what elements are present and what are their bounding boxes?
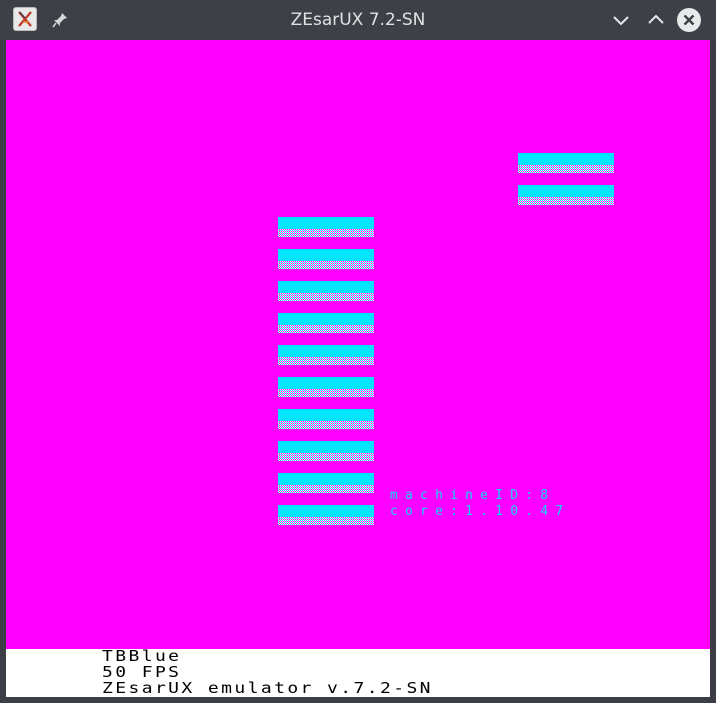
- machine-id-text: machineID:8: [390, 488, 556, 503]
- color-bar: [278, 409, 374, 429]
- color-bar: [278, 217, 374, 237]
- window-titlebar[interactable]: ZEsarUX 7.2-SN: [0, 0, 716, 40]
- color-bar: [278, 441, 374, 461]
- minimize-icon[interactable]: [609, 8, 633, 32]
- color-bar: [278, 473, 374, 493]
- color-bar: [278, 505, 374, 525]
- machine-info: machineID:8 core:1.10.47: [390, 488, 570, 520]
- emulator-version: ZEsarUX emulator v.7.2-SN: [102, 679, 433, 698]
- maximize-icon[interactable]: [644, 8, 668, 32]
- color-bar: [278, 313, 374, 333]
- core-version-text: core:1.10.47: [390, 504, 571, 519]
- color-bar: [518, 153, 614, 173]
- status-footer: TBBlue 50 FPS ZEsarUX emulator v.7.2-SN: [6, 649, 710, 697]
- color-bar: [278, 281, 374, 301]
- close-icon[interactable]: [677, 8, 701, 32]
- color-bar: [278, 249, 374, 269]
- color-bar: [278, 345, 374, 365]
- color-bar: [518, 185, 614, 205]
- fps-counter: 50 FPS: [102, 663, 182, 682]
- emulator-screen[interactable]: machineID:8 core:1.10.47: [6, 40, 710, 649]
- color-bar: [278, 377, 374, 397]
- machine-name: TBBlue: [102, 647, 182, 666]
- window-frame-bottom: [0, 697, 716, 703]
